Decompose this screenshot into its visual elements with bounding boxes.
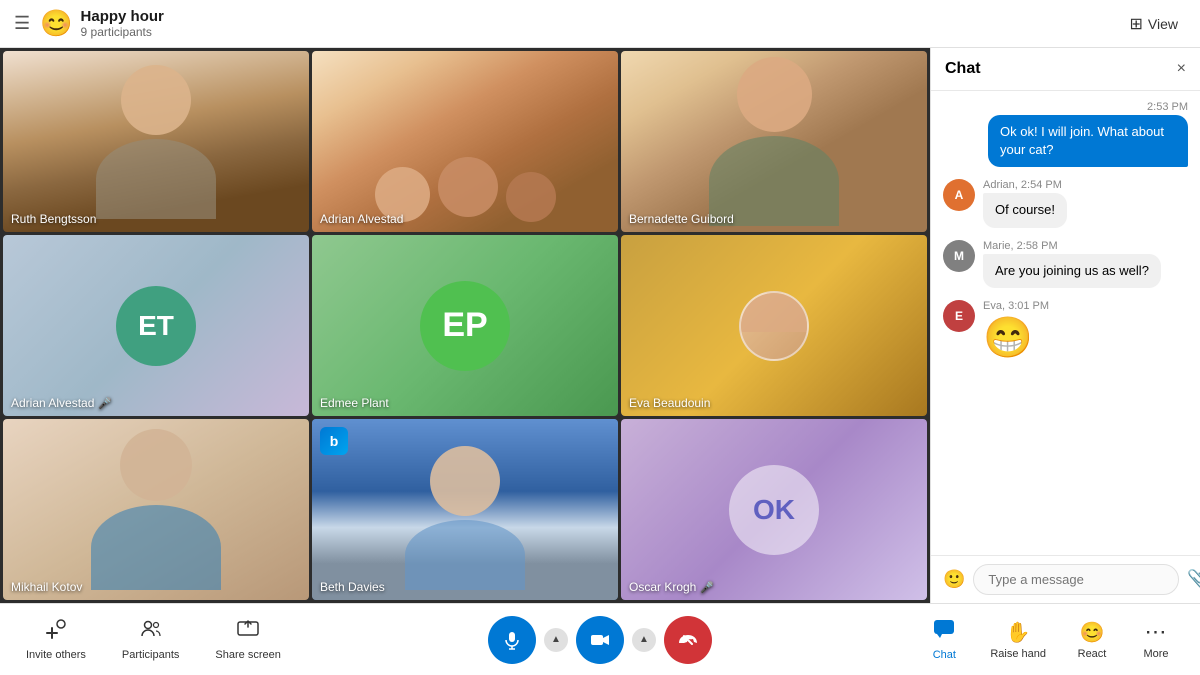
bottom-toolbar: Invite others Participants Share scree: [0, 603, 1200, 675]
chat-panel: Chat × 2:53 PM Ok ok! I will join. What …: [930, 48, 1200, 603]
mic-chevron-button[interactable]: ▲: [544, 628, 568, 652]
beth-photo: b: [312, 419, 618, 600]
chat-toggle-button[interactable]: Chat: [920, 614, 968, 665]
adrian-photo: [312, 51, 618, 232]
message-own-1: 2:53 PM Ok ok! I will join. What about y…: [943, 101, 1188, 167]
msg-meta-marie: Marie, 2:58 PM: [983, 240, 1161, 252]
video-cell-mikhail: Mikhail Kotov: [3, 419, 309, 600]
msg-bubble-1: Ok ok! I will join. What about your cat?: [988, 115, 1188, 167]
et-avatar: ET: [116, 286, 196, 366]
msg-content-eva: Eva, 3:01 PM 😁: [983, 300, 1049, 361]
raise-hand-button[interactable]: ✋ Raise hand: [984, 616, 1052, 664]
video-chevron-button[interactable]: ▲: [632, 628, 656, 652]
participant-name-mikhail: Mikhail Kotov: [11, 580, 82, 594]
ruth-photo: [3, 51, 309, 232]
more-button[interactable]: ⋯ More: [1132, 615, 1180, 664]
header: ☰ 😊 Happy hour 9 participants ⊞ View: [0, 0, 1200, 48]
attach-button[interactable]: 📎: [1185, 567, 1200, 592]
ep-bg: EP: [312, 235, 618, 416]
video-cell-beth: b Beth Davies: [312, 419, 618, 600]
chat-input-area: 🙂 📎 ⋯: [931, 555, 1200, 603]
more-label: More: [1143, 648, 1168, 660]
chat-messages: 2:53 PM Ok ok! I will join. What about y…: [931, 91, 1200, 555]
mic-button[interactable]: [488, 616, 536, 664]
react-label: React: [1078, 648, 1107, 660]
video-cell-eva: Eva Beaudouin: [621, 235, 927, 416]
invite-icon: [45, 618, 67, 646]
toolbar-right: Chat ✋ Raise hand 😊 React ⋯ More: [920, 614, 1180, 665]
video-grid: Ruth Bengtsson Adrian Alvestad: [0, 48, 930, 603]
msg-emoji-eva: 😁: [983, 314, 1049, 361]
chat-input[interactable]: [973, 564, 1179, 595]
raise-hand-label: Raise hand: [990, 648, 1046, 660]
oscar-avatar: OK: [729, 465, 819, 555]
msg-avatar-marie: M: [943, 240, 975, 272]
participants-button[interactable]: Participants: [116, 614, 185, 665]
message-adrian: A Adrian, 2:54 PM Of course!: [943, 179, 1188, 227]
participant-name-bernadette: Bernadette Guibord: [629, 212, 734, 226]
msg-content-adrian: Adrian, 2:54 PM Of course!: [983, 179, 1067, 227]
message-eva: E Eva, 3:01 PM 😁: [943, 300, 1188, 361]
participants-label: Participants: [122, 649, 179, 661]
toolbar-left: Invite others Participants Share scree: [20, 614, 287, 665]
chat-icon: [933, 618, 955, 646]
chat-close-button[interactable]: ×: [1177, 60, 1186, 78]
msg-meta-eva: Eva, 3:01 PM: [983, 300, 1049, 312]
chat-header: Chat ×: [931, 48, 1200, 91]
bernadette-photo: [621, 51, 927, 232]
message-marie: M Marie, 2:58 PM Are you joining us as w…: [943, 240, 1188, 288]
participant-name-oscar: Oscar Krogh 🎤: [629, 580, 714, 594]
ep-avatar: EP: [420, 281, 510, 371]
msg-avatar-adrian: A: [943, 179, 975, 211]
video-cell-ep: EP Edmee Plant: [312, 235, 618, 416]
video-cell-oscar: OK Oscar Krogh 🎤: [621, 419, 927, 600]
invite-others-button[interactable]: Invite others: [20, 614, 92, 665]
msg-bubble-adrian: Of course!: [983, 193, 1067, 227]
share-screen-label: Share screen: [215, 649, 280, 661]
muted-icon-oscar: 🎤: [700, 581, 714, 594]
video-button[interactable]: [576, 616, 624, 664]
main-content: Ruth Bengtsson Adrian Alvestad: [0, 48, 1200, 603]
share-screen-button[interactable]: Share screen: [209, 614, 286, 665]
msg-bubble-marie: Are you joining us as well?: [983, 254, 1161, 288]
msg-meta-adrian: Adrian, 2:54 PM: [983, 179, 1067, 191]
msg-avatar-eva: E: [943, 300, 975, 332]
chat-title: Chat: [945, 60, 981, 78]
participant-name-beth: Beth Davies: [320, 580, 385, 594]
meeting-title: Happy hour: [81, 8, 164, 25]
chat-label: Chat: [933, 649, 956, 661]
participant-name-et: Adrian Alvestad 🎤: [11, 396, 112, 410]
video-cell-ruth: Ruth Bengtsson: [3, 51, 309, 232]
muted-icon-et: 🎤: [98, 397, 112, 410]
end-call-button[interactable]: [664, 616, 712, 664]
participant-name-adrian: Adrian Alvestad: [320, 212, 403, 226]
view-button[interactable]: ⊞ View: [1122, 10, 1187, 38]
invite-label: Invite others: [26, 649, 86, 661]
video-cell-bernadette: Bernadette Guibord: [621, 51, 927, 232]
msg-time-1: 2:53 PM: [1147, 101, 1188, 113]
meeting-emoji: 😊: [40, 8, 72, 39]
video-cell-et: ET Adrian Alvestad 🎤: [3, 235, 309, 416]
oscar-bg: OK: [621, 419, 927, 600]
et-bg: ET: [3, 235, 309, 416]
video-cell-adrian: Adrian Alvestad: [312, 51, 618, 232]
emoji-picker-button[interactable]: 🙂: [941, 567, 967, 592]
participants-icon: [140, 618, 162, 646]
share-screen-icon: [237, 618, 259, 646]
menu-icon[interactable]: ☰: [14, 13, 30, 34]
react-button[interactable]: 😊 React: [1068, 616, 1116, 664]
toolbar-center: ▲ ▲: [488, 616, 712, 664]
msg-content-marie: Marie, 2:58 PM Are you joining us as wel…: [983, 240, 1161, 288]
view-label: View: [1148, 16, 1178, 32]
participant-name-ruth: Ruth Bengtsson: [11, 212, 96, 226]
meeting-info: Happy hour 9 participants: [81, 8, 164, 39]
react-icon: 😊: [1080, 620, 1105, 645]
more-icon: ⋯: [1145, 619, 1168, 645]
mikhail-photo: [3, 419, 309, 600]
eva-bg: [621, 235, 927, 416]
participant-name-eva: Eva Beaudouin: [629, 396, 710, 410]
participant-name-ep: Edmee Plant: [320, 396, 389, 410]
participant-count: 9 participants: [81, 25, 164, 39]
raise-hand-icon: ✋: [1006, 620, 1031, 645]
